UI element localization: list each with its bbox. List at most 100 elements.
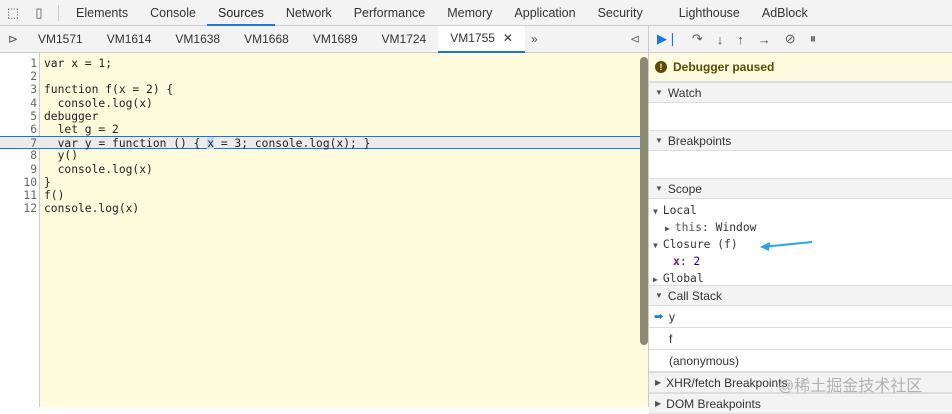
tab-performance[interactable]: Performance [343,0,437,26]
file-tab-vm1614[interactable]: VM1614 [95,26,164,53]
code-text: var x = 1; [44,57,113,70]
devtools-main-tabbar: ⬚ ▯ Elements Console Sources Network Perform… [0,0,952,26]
file-tab-vm1689[interactable]: VM1689 [301,26,370,53]
line-number[interactable]: 10 [0,176,37,189]
file-tab-label: VM1755 [450,30,495,45]
line-number[interactable]: 8 [0,149,37,162]
more-tabs-button[interactable]: » [531,32,538,46]
file-tab-vm1755[interactable]: VM1755 ✕ [438,25,525,53]
line-number[interactable]: 12 [0,202,37,215]
tab-console[interactable]: Console [139,0,207,26]
scope-local[interactable]: ▼ Local [653,202,952,219]
breakpoints-header[interactable]: ▼ Breakpoints [649,130,952,151]
toggle-navigator-icon[interactable]: ⊳ [0,32,26,46]
file-tab-vm1571[interactable]: VM1571 [26,26,95,53]
tab-elements[interactable]: Elements [65,0,139,26]
tab-sources[interactable]: Sources [206,0,275,26]
close-tab-icon[interactable]: ✕ [503,25,513,52]
scope-closure[interactable]: ▼ Closure (f) [653,236,952,253]
code-text: debugger [44,109,99,123]
call-frame[interactable]: (anonymous) [649,350,952,372]
code-text: console.log(x) [44,162,153,176]
line-number[interactable]: 2 [0,70,37,83]
file-tab-label: VM1638 [175,31,221,46]
file-tab-label: VM1689 [312,31,358,46]
file-tab-vm1724[interactable]: VM1724 [370,26,439,53]
divider [58,4,59,21]
call-stack-header[interactable]: ▼ Call Stack [649,285,952,306]
file-tabbar: ⊳ VM1571 VM1614 VM1638 VM1668 VM1689 VM1724 VM… [0,25,648,53]
watch-header[interactable]: ▼ Watch [649,82,952,103]
call-frame[interactable]: f [649,328,952,350]
code-line[interactable]: 10} [0,176,648,189]
code-text: let g = 2 [44,123,119,136]
watch-label: Watch [667,85,702,100]
deactivate-breakpoints-icon[interactable]: ⊘ [785,31,796,47]
watermark: @稀土掘金技术社区 [778,378,923,395]
code-text: console.log(x) [44,202,140,216]
scope-this[interactable]: ▶ this: Window [653,219,952,236]
code-line[interactable]: 4 console.log(x) [0,97,648,110]
code-line[interactable]: 2 [0,70,648,83]
call-frame[interactable]: ➡ y [649,306,952,328]
line-number[interactable]: 6 [0,123,37,136]
code-text: console.log(x) [44,96,153,110]
file-tab-vm1638[interactable]: VM1638 [163,26,232,53]
file-tab-vm1668[interactable]: VM1668 [232,26,301,53]
debugger-toolbar: ▶❘ ↷ ↓ ↑ → ⊘ ⏸ [649,26,952,53]
code-line[interactable]: 3 function f(x = 2) { [0,83,648,96]
step-into-icon[interactable]: ↓ [717,32,724,47]
pause-on-exceptions-icon[interactable]: ⏸ [810,31,817,47]
info-icon: ! [655,61,667,73]
step-icon[interactable]: → [758,32,771,47]
call-stack-label: Call Stack [667,288,722,303]
toggle-debugger-icon[interactable]: ⊲ [630,32,640,46]
resume-icon[interactable]: ▶❘ [657,31,678,47]
code-line[interactable]: 12 console.log(x) [0,202,648,215]
file-tab-label: VM1614 [106,31,152,46]
line-number[interactable]: 9 [0,163,37,176]
breakpoints-label: Breakpoints [667,133,732,148]
line-number[interactable]: 11 [0,189,37,202]
paused-text: Debugger paused [673,60,775,74]
tab-network[interactable]: Network [275,0,343,26]
tab-memory[interactable]: Memory [436,0,503,26]
xhr-label: XHR/fetch Breakpoints [666,375,788,390]
code-line[interactable]: 8 y() [0,149,648,162]
inspect-element-icon[interactable]: ⬚ [0,0,26,26]
code-text: } [44,175,51,189]
scope-header[interactable]: ▼ Scope [649,178,952,199]
file-tab-label: VM1668 [244,31,289,46]
code-text: var y = function () { x = 3; console.log… [44,137,371,151]
scope-tree: ▼ Local ▶ this: Window ▼ Closure (f) x: 2 ▶… [649,199,952,287]
step-out-icon[interactable]: ↑ [737,32,744,47]
annotation-arrow-icon [760,241,813,251]
tab-lighthouse[interactable]: Lighthouse [668,0,751,26]
tab-application[interactable]: Application [503,0,586,26]
code-line[interactable]: 7 var y = function () { x = 3; console.l… [0,136,648,151]
tab-adblock[interactable]: AdBlock [751,0,819,26]
scope-label: Scope [667,181,702,196]
code-text: f() [44,189,65,202]
line-number[interactable]: 3 [0,83,37,96]
step-over-icon[interactable]: ↷ [692,31,703,47]
code-editor[interactable]: 1 var x = 1; 2 3 function f(x = 2) {4 consol… [0,53,648,407]
debugger-paused-banner: ! Debugger paused [649,53,952,82]
line-number[interactable]: 5 [0,110,37,123]
file-tab-label: VM1571 [38,31,83,46]
scope-var-x[interactable]: x: 2 [653,253,952,270]
code-line[interactable]: 6 let g = 2 [0,123,648,136]
device-toolbar-icon[interactable]: ▯ [26,0,52,26]
line-number[interactable]: 4 [0,97,37,110]
code-text: y() [44,149,79,163]
file-tab-label: VM1724 [381,31,427,46]
code-line[interactable]: 5 debugger [0,110,648,123]
code-line[interactable]: 1 var x = 1; [0,57,648,70]
line-number[interactable]: 1 [0,57,37,70]
dom-breakpoints-header[interactable]: ▶ DOM Breakpoints [649,393,952,414]
code-line[interactable]: 11 f() [0,189,648,202]
tab-security[interactable]: Security [587,0,654,26]
editor-scrollbar[interactable] [640,57,648,345]
code-line[interactable]: 9 console.log(x) [0,163,648,176]
dom-label: DOM Breakpoints [666,396,761,411]
